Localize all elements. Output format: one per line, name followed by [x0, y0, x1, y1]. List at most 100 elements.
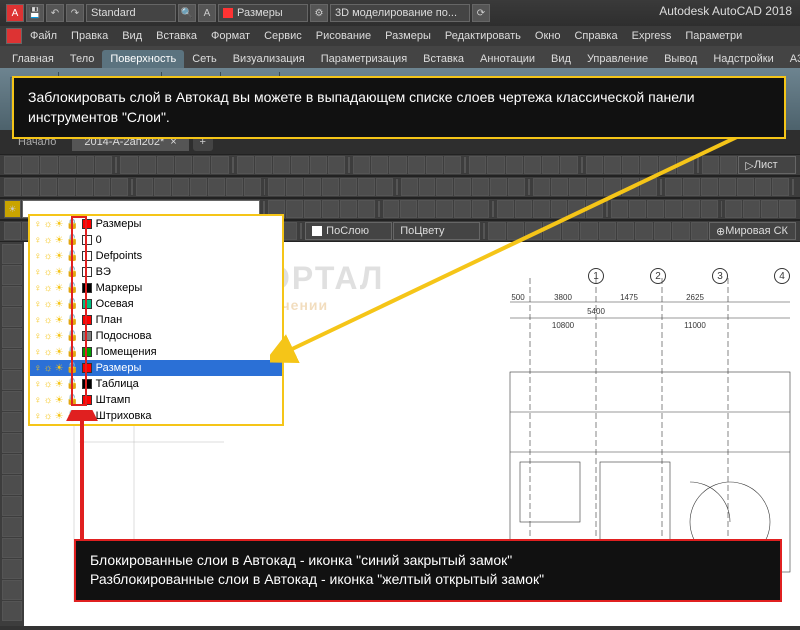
layer-row[interactable]: ♀☼☀🔓Размеры [30, 360, 282, 376]
freeze-icon[interactable]: ☼ [44, 283, 53, 294]
toolbar-button[interactable] [120, 156, 137, 174]
menu-window[interactable]: Окно [529, 28, 567, 44]
draw-tool-button[interactable] [2, 349, 22, 369]
toolbar-button[interactable] [4, 222, 21, 240]
toolbar-button[interactable] [136, 178, 153, 196]
vp-freeze-icon[interactable]: ☀ [55, 363, 64, 374]
lightbulb-icon[interactable]: ♀ [34, 363, 42, 374]
lock-open-icon[interactable]: 🔓 [66, 283, 78, 294]
freeze-icon[interactable]: ☼ [44, 411, 53, 422]
vp-freeze-icon[interactable]: ☀ [55, 267, 64, 278]
lightbulb-icon[interactable]: ♀ [34, 379, 42, 390]
draw-tool-button[interactable] [2, 433, 22, 453]
layer-color-swatch[interactable] [82, 299, 92, 309]
draw-tool-button[interactable] [2, 244, 22, 264]
lock-open-icon[interactable]: 🔓 [66, 299, 78, 310]
lightbulb-icon[interactable]: ♀ [34, 331, 42, 342]
menu-express[interactable]: Express [626, 28, 678, 44]
tab-surface[interactable]: Поверхность [102, 50, 184, 68]
draw-tool-button[interactable] [2, 391, 22, 411]
toolbar-button[interactable] [58, 178, 75, 196]
toolbar-button[interactable] [175, 156, 192, 174]
layer-color-swatch[interactable] [82, 283, 92, 293]
toolbar-button[interactable] [226, 178, 243, 196]
sync-icon[interactable]: ⟳ [472, 4, 490, 22]
lightbulb-icon[interactable]: ♀ [34, 267, 42, 278]
freeze-icon[interactable]: ☼ [44, 251, 53, 262]
toolbar-button[interactable] [172, 178, 189, 196]
layer-color-swatch[interactable] [82, 331, 92, 341]
layer-row[interactable]: ♀☼☀🔓0 [30, 232, 282, 248]
freeze-icon[interactable]: ☼ [44, 395, 53, 406]
draw-tool-button[interactable] [2, 412, 22, 432]
layer-row[interactable]: ♀☼☀🔓План [30, 312, 282, 328]
menu-insert[interactable]: Вставка [150, 28, 203, 44]
menu-parametric[interactable]: Параметри [679, 28, 748, 44]
vp-freeze-icon[interactable]: ☀ [55, 379, 64, 390]
lock-open-icon[interactable]: 🔓 [66, 395, 78, 406]
draw-tool-button[interactable] [2, 307, 22, 327]
vp-freeze-icon[interactable]: ☀ [55, 299, 64, 310]
layer-properties-icon[interactable]: ☀ [4, 200, 21, 218]
lock-open-icon[interactable]: 🔓 [66, 235, 78, 246]
freeze-icon[interactable]: ☼ [44, 267, 53, 278]
layer-row[interactable]: ♀☼☀🔓Таблица [30, 376, 282, 392]
toolbar-button[interactable] [779, 200, 796, 218]
menu-tools[interactable]: Сервис [258, 28, 308, 44]
freeze-icon[interactable]: ☼ [44, 347, 53, 358]
save-icon[interactable]: 💾 [26, 4, 44, 22]
menu-help[interactable]: Справка [568, 28, 623, 44]
vp-freeze-icon[interactable]: ☀ [55, 235, 64, 246]
layer-color-swatch[interactable] [82, 347, 92, 357]
lightbulb-icon[interactable]: ♀ [34, 283, 42, 294]
tab-solid[interactable]: Тело [62, 50, 103, 68]
lock-open-icon[interactable]: 🔓 [66, 379, 78, 390]
toolbar-button[interactable] [190, 178, 207, 196]
tab-parametric[interactable]: Параметризация [313, 50, 415, 68]
toolbar-button[interactable] [208, 178, 225, 196]
layer-row[interactable]: ♀☼☀🔒Размеры [30, 216, 282, 232]
draw-tool-button[interactable] [2, 517, 22, 537]
menu-modify[interactable]: Редактировать [439, 28, 527, 44]
freeze-icon[interactable]: ☼ [44, 299, 53, 310]
layer-color-swatch[interactable] [82, 363, 92, 373]
toolbar-button[interactable] [77, 156, 94, 174]
vp-freeze-icon[interactable]: ☀ [55, 395, 64, 406]
vp-freeze-icon[interactable]: ☀ [55, 283, 64, 294]
draw-tool-button[interactable] [2, 538, 22, 558]
layer-row[interactable]: ♀☼☀🔓Осевая [30, 296, 282, 312]
layer-color-swatch[interactable] [82, 379, 92, 389]
app-menu-icon[interactable]: A [6, 4, 24, 22]
lock-open-icon[interactable]: 🔓 [66, 251, 78, 262]
layer-color-swatch[interactable] [82, 235, 92, 245]
layer-color-swatch[interactable] [82, 267, 92, 277]
lightbulb-icon[interactable]: ♀ [34, 299, 42, 310]
draw-tool-button[interactable] [2, 559, 22, 579]
freeze-icon[interactable]: ☼ [44, 379, 53, 390]
draw-tool-button[interactable] [2, 454, 22, 474]
toolbar-button[interactable] [154, 178, 171, 196]
vp-freeze-icon[interactable]: ☀ [55, 251, 64, 262]
draw-tool-button[interactable] [2, 370, 22, 390]
toolbar-button[interactable] [211, 156, 228, 174]
toolbar-button[interactable] [22, 178, 39, 196]
draw-tool-button[interactable] [2, 496, 22, 516]
find-icon[interactable]: 🔍 [178, 4, 196, 22]
draw-tool-button[interactable] [2, 580, 22, 600]
tab-a360[interactable]: A360 [782, 50, 800, 68]
layer-row[interactable]: ♀☼☀🔓ВЭ [30, 264, 282, 280]
lightbulb-icon[interactable]: ♀ [34, 251, 42, 262]
toolbar-button[interactable] [95, 156, 112, 174]
vp-freeze-icon[interactable]: ☀ [55, 219, 64, 230]
style-icon[interactable]: A [198, 4, 216, 22]
freeze-icon[interactable]: ☼ [44, 331, 53, 342]
lock-closed-icon[interactable]: 🔒 [66, 219, 78, 230]
lightbulb-icon[interactable]: ♀ [34, 347, 42, 358]
layer-row[interactable]: ♀☼☀🔓Подоснова [30, 328, 282, 344]
toolbar-button[interactable] [22, 156, 39, 174]
tab-view[interactable]: Вид [543, 50, 579, 68]
toolbar-button[interactable] [111, 178, 128, 196]
menu-format[interactable]: Формат [205, 28, 256, 44]
layer-row[interactable]: ♀☼☀🔓Помещения [30, 344, 282, 360]
layer-color-swatch[interactable] [82, 251, 92, 261]
